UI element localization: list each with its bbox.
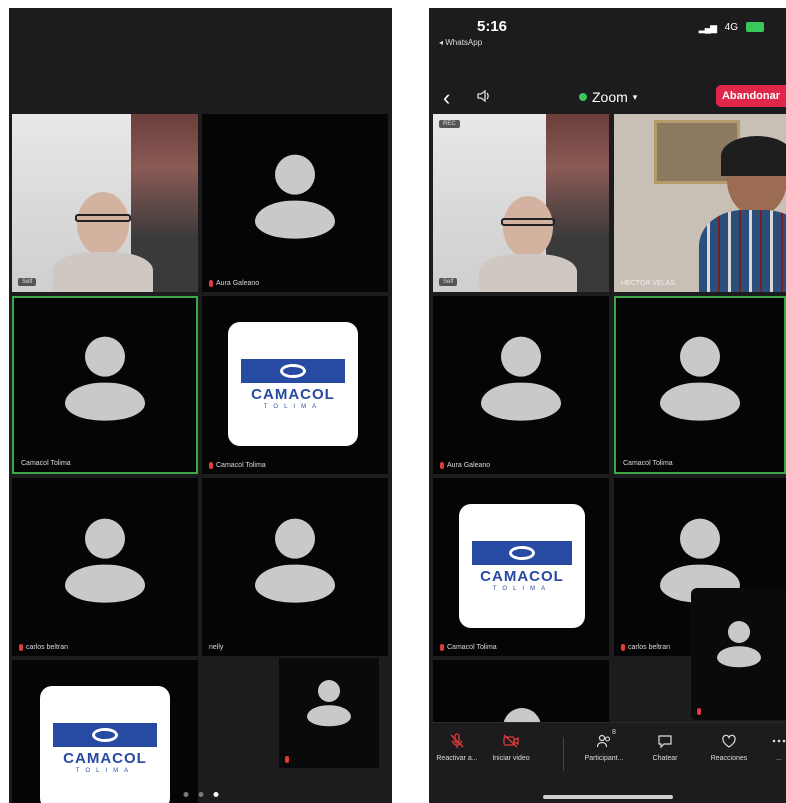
participants-button[interactable]: 8 Participant... — [574, 729, 634, 762]
tile-active-speaker[interactable]: Camacol Tolima — [12, 296, 198, 474]
meeting-title[interactable]: Zoom ▾ — [579, 89, 637, 105]
mic-muted-icon — [209, 462, 213, 469]
participant-name: Camacol Tolima — [623, 460, 673, 467]
avatar-placeholder-icon — [660, 336, 740, 425]
clock: 5:16 — [477, 18, 508, 35]
back-to-app-link[interactable]: ◂ WhatsApp — [439, 38, 482, 47]
participant-name: Aura Galeano — [440, 462, 490, 469]
meeting-toolbar: Reactivar a... Iniciar video 8 Participa… — [429, 722, 786, 803]
participant-count-badge: 8 — [612, 729, 616, 736]
page-dot-active[interactable] — [213, 792, 218, 797]
more-icon — [772, 739, 786, 743]
tile-self-video[interactable]: Self — [12, 114, 198, 292]
back-chevron-icon[interactable]: ‹ — [443, 87, 450, 109]
participant-name — [285, 756, 289, 763]
right-zoom-gallery: 5:16 ◂ WhatsApp ▂▄▆ 4G ‹ Zoom ▾ Abandona… — [429, 8, 786, 803]
page-dot[interactable] — [198, 792, 203, 797]
chat-icon — [658, 735, 672, 749]
toolbar-divider — [563, 737, 564, 771]
floating-self-view[interactable] — [691, 588, 786, 720]
floating-self-view[interactable] — [279, 658, 379, 768]
mic-muted-icon — [19, 644, 23, 651]
self-badge: Self — [18, 278, 37, 286]
mic-muted-icon — [440, 462, 444, 469]
meeting-top-bar: ‹ Zoom ▾ Abandonar — [429, 81, 786, 115]
tile-self-video[interactable]: REC Self — [433, 114, 609, 292]
more-button[interactable]: ... — [759, 733, 786, 762]
participants-icon — [596, 734, 611, 748]
self-badge: Self — [439, 278, 458, 286]
avatar-placeholder-icon — [716, 621, 761, 669]
tile-participant[interactable]: CAMACOL TOLIMA Camacol Tolima — [433, 478, 609, 656]
left-zoom-gallery: Self Aura Galeano Camacol Tolima CAMACOL… — [9, 8, 392, 803]
chevron-down-icon: ▾ — [632, 91, 638, 102]
heart-icon — [722, 734, 736, 748]
mic-muted-icon — [621, 644, 625, 651]
participant-name: Aura Galeano — [209, 280, 259, 287]
camacol-logo: CAMACOL TOLIMA — [459, 504, 585, 628]
home-indicator — [542, 795, 673, 799]
tile-participant-video[interactable]: HECTOR VELAS — [614, 114, 786, 292]
participant-name — [697, 708, 701, 715]
page-indicator[interactable] — [183, 792, 218, 797]
participant-name: carlos beltran — [19, 644, 68, 651]
tile-participant[interactable]: CAMACOL TOLIMA Camacol Tolima — [202, 296, 388, 474]
unmute-button[interactable]: Reactivar a... — [429, 733, 487, 762]
avatar-placeholder-icon — [481, 336, 561, 425]
participant-name: carlos beltran — [621, 644, 670, 651]
reactions-button[interactable]: Reacciones — [699, 733, 759, 762]
speaker-icon[interactable] — [475, 87, 493, 105]
participant-name: HECTOR VELAS — [621, 280, 675, 287]
avatar-placeholder-icon — [65, 336, 145, 425]
camacol-logo: CAMACOL TOLIMA — [40, 686, 170, 803]
video-off-icon — [503, 734, 519, 748]
battery-icon — [746, 22, 764, 32]
avatar-placeholder-icon — [307, 680, 351, 728]
participant-name: Camacol Tolima — [21, 460, 71, 467]
participant-name: Camacol Tolima — [209, 462, 266, 469]
avatar-placeholder-icon — [65, 518, 145, 607]
tile-participant[interactable]: CAMACOL TOLIMA — [12, 660, 198, 803]
participant-name: Camacol Tolima — [440, 644, 497, 651]
tile-participant[interactable]: carlos beltran — [12, 478, 198, 656]
rec-badge: REC — [439, 120, 460, 128]
tile-participant[interactable]: Aura Galeano — [433, 296, 609, 474]
mic-muted-icon — [285, 756, 289, 763]
page-dot[interactable] — [183, 792, 188, 797]
mic-muted-icon — [697, 708, 701, 715]
avatar-placeholder-icon — [255, 154, 335, 243]
avatar-placeholder-icon — [255, 518, 335, 607]
status-bar: 5:16 ◂ WhatsApp ▂▄▆ 4G — [429, 8, 786, 48]
camacol-logo: CAMACOL TOLIMA — [228, 322, 358, 446]
chat-button[interactable]: Chatear — [635, 733, 695, 762]
mic-muted-icon — [440, 644, 444, 651]
signal-icon: ▂▄▆ — [698, 23, 717, 33]
tile-participant[interactable]: Aura Galeano — [202, 114, 388, 292]
leave-button[interactable]: Abandonar — [715, 85, 786, 107]
mic-muted-icon — [209, 280, 213, 287]
participant-name: nelly — [209, 644, 224, 651]
tile-participant[interactable] — [433, 660, 609, 730]
network-label: 4G — [724, 22, 738, 33]
tile-active-speaker[interactable]: Camacol Tolima — [614, 296, 786, 474]
tile-participant[interactable]: nelly — [202, 478, 388, 656]
mic-off-icon — [450, 733, 464, 748]
start-video-button[interactable]: Iniciar video — [481, 733, 541, 762]
encryption-dot-icon — [579, 93, 587, 101]
